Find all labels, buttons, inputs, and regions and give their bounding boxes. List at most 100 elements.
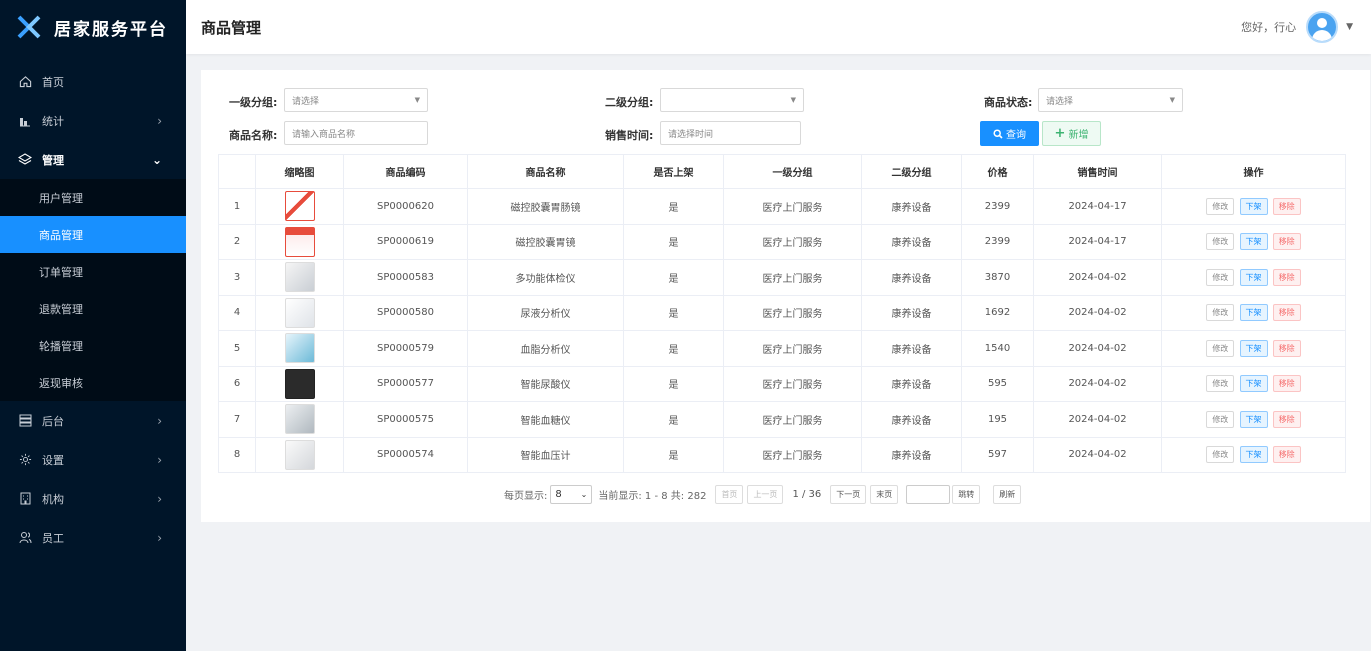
nav-item-staff[interactable]: 员工 › xyxy=(0,518,186,557)
submenu-item-orders[interactable]: 订单管理 xyxy=(0,253,186,290)
submenu-item-users[interactable]: 用户管理 xyxy=(0,179,186,216)
edit-button[interactable]: 修改 xyxy=(1206,339,1235,357)
cell-cat1: 医疗上门服务 xyxy=(723,365,862,402)
unlist-button[interactable]: 下架 xyxy=(1239,268,1268,286)
col-header-actions: 操作 xyxy=(1161,154,1346,189)
cell-cat1: 医疗上门服务 xyxy=(723,294,862,331)
brand: 居家服务平台 xyxy=(0,0,186,54)
status-select[interactable]: 请选择 ▼ xyxy=(1038,88,1183,112)
edit-button[interactable]: 修改 xyxy=(1206,268,1235,286)
unlist-button[interactable]: 下架 xyxy=(1239,375,1268,393)
nav-item-org[interactable]: 机构 › xyxy=(0,479,186,518)
user-menu[interactable]: 您好，行心 ▼ xyxy=(1241,0,1353,54)
submenu-item-products[interactable]: 商品管理 xyxy=(0,216,186,253)
unlist-button[interactable]: 下架 xyxy=(1239,446,1268,464)
nav-item-stats[interactable]: 统计 › xyxy=(0,101,186,140)
per-page-select[interactable]: 8 ⌄ xyxy=(550,484,593,504)
remove-button[interactable]: 移除 xyxy=(1272,197,1301,215)
cell-name: 多功能体检仪 xyxy=(467,259,624,296)
edit-button[interactable]: 修改 xyxy=(1206,304,1235,322)
cell-name: 血脂分析仪 xyxy=(467,330,624,367)
dropdown-arrow-icon: ▼ xyxy=(790,96,796,104)
product-thumbnail[interactable] xyxy=(284,297,315,328)
plus-icon: + xyxy=(1054,126,1066,141)
product-thumbnail[interactable] xyxy=(284,191,315,222)
cell-code: SP0000583 xyxy=(343,259,468,296)
remove-button[interactable]: 移除 xyxy=(1272,375,1301,393)
product-thumbnail[interactable] xyxy=(284,262,315,293)
avatar[interactable] xyxy=(1306,11,1339,43)
name-input[interactable]: 请输入商品名称 xyxy=(284,121,428,145)
cell-date: 2024-04-02 xyxy=(1033,330,1162,367)
first-page-button[interactable]: 首页 xyxy=(715,484,744,504)
submenu-item-refunds[interactable]: 退款管理 xyxy=(0,290,186,327)
cell-listed: 是 xyxy=(623,259,724,296)
name-label: 商品名称: xyxy=(229,129,278,142)
nav-label: 设置 xyxy=(42,453,64,467)
col-header-cat1[interactable]: 一级分组 xyxy=(723,154,862,189)
content-card: 一级分组: 请选择 ▼ 二级分组: ▼ 商品状态: 请选择 ▼ 商品名称: 请输… xyxy=(201,70,1370,522)
unlist-button[interactable]: 下架 xyxy=(1239,339,1268,357)
product-thumbnail[interactable] xyxy=(284,404,315,435)
col-header-name[interactable]: 商品名称 xyxy=(467,154,624,189)
submenu-item-cashback[interactable]: 返现审核 xyxy=(0,364,186,401)
col-header-date[interactable]: 销售时间 xyxy=(1033,154,1162,189)
top-header: 商品管理 您好，行心 ▼ xyxy=(186,0,1371,54)
next-page-button[interactable]: 下一页 xyxy=(830,484,867,504)
cell-thumb xyxy=(255,223,344,260)
edit-button[interactable]: 修改 xyxy=(1206,446,1235,464)
edit-button[interactable]: 修改 xyxy=(1206,233,1235,251)
submenu-item-carousel[interactable]: 轮播管理 xyxy=(0,327,186,364)
prev-page-button[interactable]: 上一页 xyxy=(747,484,784,504)
edit-button[interactable]: 修改 xyxy=(1206,410,1235,428)
col-header-cat2[interactable]: 二级分组 xyxy=(861,154,962,189)
jump-button[interactable]: 跳转 xyxy=(952,484,981,504)
remove-button[interactable]: 移除 xyxy=(1272,446,1301,464)
cell-name: 智能尿酸仪 xyxy=(467,365,624,402)
product-thumbnail[interactable] xyxy=(284,333,315,364)
cat1-select[interactable]: 请选择 ▼ xyxy=(284,88,428,112)
refresh-button[interactable]: 刷新 xyxy=(993,484,1022,504)
remove-button[interactable]: 移除 xyxy=(1272,304,1301,322)
col-header-listed[interactable]: 是否上架 xyxy=(623,154,724,189)
unlist-button[interactable]: 下架 xyxy=(1239,410,1268,428)
edit-button[interactable]: 修改 xyxy=(1206,375,1235,393)
product-thumbnail[interactable] xyxy=(284,368,315,399)
cat2-select[interactable]: ▼ xyxy=(660,88,804,112)
col-header-code[interactable]: 商品编码 xyxy=(343,154,468,189)
add-button[interactable]: + 新增 xyxy=(1042,121,1101,146)
remove-button[interactable]: 移除 xyxy=(1272,268,1301,286)
remove-button[interactable]: 移除 xyxy=(1272,233,1301,251)
row-index: 7 xyxy=(218,401,256,438)
col-header-price[interactable]: 价格 xyxy=(961,154,1034,189)
nav-item-settings[interactable]: 设置 › xyxy=(0,440,186,479)
cell-date: 2024-04-02 xyxy=(1033,365,1162,402)
caret-down-icon[interactable]: ▼ xyxy=(1346,22,1353,32)
unlist-button[interactable]: 下架 xyxy=(1239,197,1268,215)
nav-item-backend[interactable]: 后台 › xyxy=(0,401,186,440)
nav-item-home[interactable]: 首页 xyxy=(0,62,186,101)
cell-code: SP0000620 xyxy=(343,188,468,225)
jump-page-input[interactable] xyxy=(906,484,951,504)
page-title: 商品管理 xyxy=(201,18,262,37)
unlist-button[interactable]: 下架 xyxy=(1239,233,1268,251)
time-input[interactable]: 请选择时间 xyxy=(660,121,801,145)
remove-button[interactable]: 移除 xyxy=(1272,410,1301,428)
col-header-thumb[interactable]: 缩略图 xyxy=(255,154,344,189)
product-thumbnail[interactable] xyxy=(284,226,315,257)
last-page-button[interactable]: 末页 xyxy=(870,484,899,504)
row-index: 3 xyxy=(218,259,256,296)
row-index: 2 xyxy=(218,223,256,260)
remove-button[interactable]: 移除 xyxy=(1272,339,1301,357)
cell-price: 1540 xyxy=(961,330,1034,367)
cell-thumb xyxy=(255,188,344,225)
edit-button[interactable]: 修改 xyxy=(1206,197,1235,215)
product-thumbnail[interactable] xyxy=(284,439,315,470)
cell-cat2: 康养设备 xyxy=(861,436,962,473)
cell-name: 智能血糖仪 xyxy=(467,401,624,438)
unlist-button[interactable]: 下架 xyxy=(1239,304,1268,322)
cell-listed: 是 xyxy=(623,401,724,438)
nav-item-manage[interactable]: 管理 ⌄ xyxy=(0,140,186,179)
query-button[interactable]: 查询 xyxy=(980,121,1039,146)
status-label: 商品状态: xyxy=(984,96,1033,109)
